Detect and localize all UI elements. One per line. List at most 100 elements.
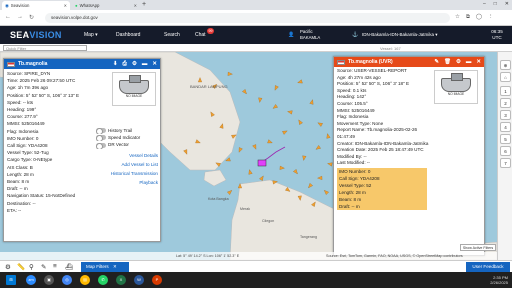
vessel-marker[interactable] [227,71,233,76]
delete-icon[interactable]: 🗑 [444,59,451,65]
word-app-icon[interactable]: W [134,275,144,285]
vessel-marker[interactable] [293,169,299,175]
vessel-marker[interactable] [259,175,264,181]
vessel-marker[interactable] [252,144,258,150]
vessel-filter-select[interactable]: IDN-Bakamla-IDN-Bakamla-Jatmika ▾ [362,32,438,38]
minimize-icon[interactable]: ▬ [466,59,472,65]
seavision-logo[interactable]: SEAVISION [10,30,62,40]
browser-tab-seavision[interactable]: ◉ Seavision ✕ [2,1,70,10]
vessel-marker[interactable] [227,189,233,195]
menu-dashboard[interactable]: Dashboard [116,32,140,38]
playback-link[interactable]: Playback [96,178,158,187]
vessel-marker[interactable] [309,99,315,105]
chrome-app-icon[interactable]: ◎ [62,275,72,285]
back-icon[interactable]: ← [5,14,11,20]
pin-icon[interactable]: ⚲ [29,263,34,271]
user-feedback-button[interactable]: User Feedback [466,262,510,272]
map-filters-tab[interactable]: Map Filters ✕ [81,262,129,272]
maximize-button[interactable]: □ [494,1,497,7]
close-tab-icon[interactable]: ✕ [134,3,137,8]
vessel-marker[interactable] [267,139,273,145]
whatsapp-app-icon[interactable]: ✆ [98,275,108,285]
historical-transmission-link[interactable]: Historical Transmission [96,169,158,178]
vessel-details-link[interactable]: Vessel Details [96,151,158,160]
layer-slot-button[interactable]: 7 [500,158,511,168]
taskview-icon[interactable]: ▣ [44,275,54,285]
close-icon[interactable]: ✕ [476,59,481,65]
close-window-button[interactable]: ✕ [505,1,509,7]
toggle-switch[interactable] [96,142,106,149]
vessel-marker[interactable] [323,189,329,195]
layer-slot-button[interactable]: 2 [500,98,511,108]
windows-start-icon[interactable]: ⊞ [6,275,16,285]
ruler-icon[interactable]: 📏 [17,263,25,271]
star-icon[interactable]: ☆ [455,14,460,21]
vessel-marker[interactable] [317,121,323,127]
vessel-marker[interactable] [315,145,321,151]
layer-slot-button[interactable]: 3 [500,110,511,120]
close-tab-icon[interactable]: ✕ [64,3,67,8]
add-vessel-to-list-link[interactable]: Add Vessel to List [96,160,158,169]
minimize-button[interactable]: – [483,1,486,7]
toggle-dr-vector[interactable]: DR Vector [96,141,158,149]
vessel-marker[interactable] [272,104,278,110]
vessel-marker[interactable] [297,119,303,125]
extensions-icon[interactable]: ⧉ [466,14,470,21]
minimize-icon[interactable]: ▬ [142,61,148,68]
toggle-history-trail[interactable]: History Trail [96,127,158,135]
edit-icon[interactable]: ✎ [434,59,439,65]
browser-tab-whatsapp[interactable]: ● WhatsApp ✕ [72,1,140,10]
vessel-marker[interactable] [326,133,331,139]
vessel-marker[interactable] [258,97,263,103]
toggle-switch[interactable] [96,128,106,135]
show-active-filters-button[interactable]: Show Active Filters [460,244,496,251]
user-info[interactable]: Pacific BAKAMLA [300,29,340,40]
settings-icon[interactable]: ⚙ [132,61,137,68]
draw-icon[interactable]: ✎ [41,263,46,271]
menu-chat[interactable]: Chat [195,32,206,38]
vessel-marker[interactable] [317,175,323,180]
zoom-in-button[interactable]: ⊕ [500,60,511,70]
vessel-marker[interactable] [287,110,293,115]
quick-filter-input[interactable]: Quick Filter [3,45,87,51]
download-icon[interactable]: ⬇ [113,61,118,68]
vessel-list-icon[interactable]: ⚓ [352,32,358,38]
menu-map[interactable]: Map ▾ [84,32,98,38]
toggle-switch[interactable] [96,135,106,142]
vessel-marker[interactable] [327,162,333,167]
layer-slot-button[interactable]: 5 [500,134,511,144]
new-tab-button[interactable]: + [142,1,146,8]
zoom-app-icon[interactable]: zm [26,275,36,285]
vessel-marker[interactable] [237,147,243,153]
menu-icon[interactable]: ⋮ [488,14,494,21]
toggle-speed-indicator[interactable]: Speed Indicator [96,134,158,142]
vessel-marker[interactable] [273,85,279,91]
forward-icon[interactable]: → [17,14,23,20]
settings-icon[interactable]: ⚙ [456,59,461,65]
powerpoint-app-icon[interactable]: P [152,275,162,285]
close-icon[interactable]: ✕ [152,61,157,68]
address-bar[interactable]: seavision.volpe.dot.gov [45,13,450,23]
vessel-marker[interactable] [242,89,248,95]
print-icon[interactable]: ⎙ [123,61,127,68]
layer-slot-button[interactable]: 6 [500,146,511,156]
layer-slot-button[interactable]: 4 [500,122,511,132]
layer-slot-button[interactable]: 1 [500,86,511,96]
layers-icon[interactable]: ≡ [53,263,57,270]
menu-search[interactable]: Search [164,32,180,38]
vessel-marker[interactable] [302,155,307,161]
settings-icon[interactable]: ⚙ [5,263,11,271]
vessel-marker[interactable] [248,169,253,175]
ship-icon[interactable]: ⛴ [65,263,73,271]
vessel-marker[interactable] [307,183,313,189]
close-icon[interactable]: ✕ [113,264,117,269]
file-explorer-icon[interactable]: ▤ [80,275,90,285]
home-button[interactable]: ⌂ [500,72,511,82]
user-icon[interactable]: 👤 [288,32,294,38]
vessel-marker[interactable] [297,79,303,85]
reload-icon[interactable]: ↻ [29,14,34,21]
vessel-marker[interactable] [282,129,288,135]
excel-app-icon[interactable]: X [116,275,126,285]
vessel-marker[interactable] [279,165,285,170]
profile-icon[interactable]: ◯ [476,14,482,21]
